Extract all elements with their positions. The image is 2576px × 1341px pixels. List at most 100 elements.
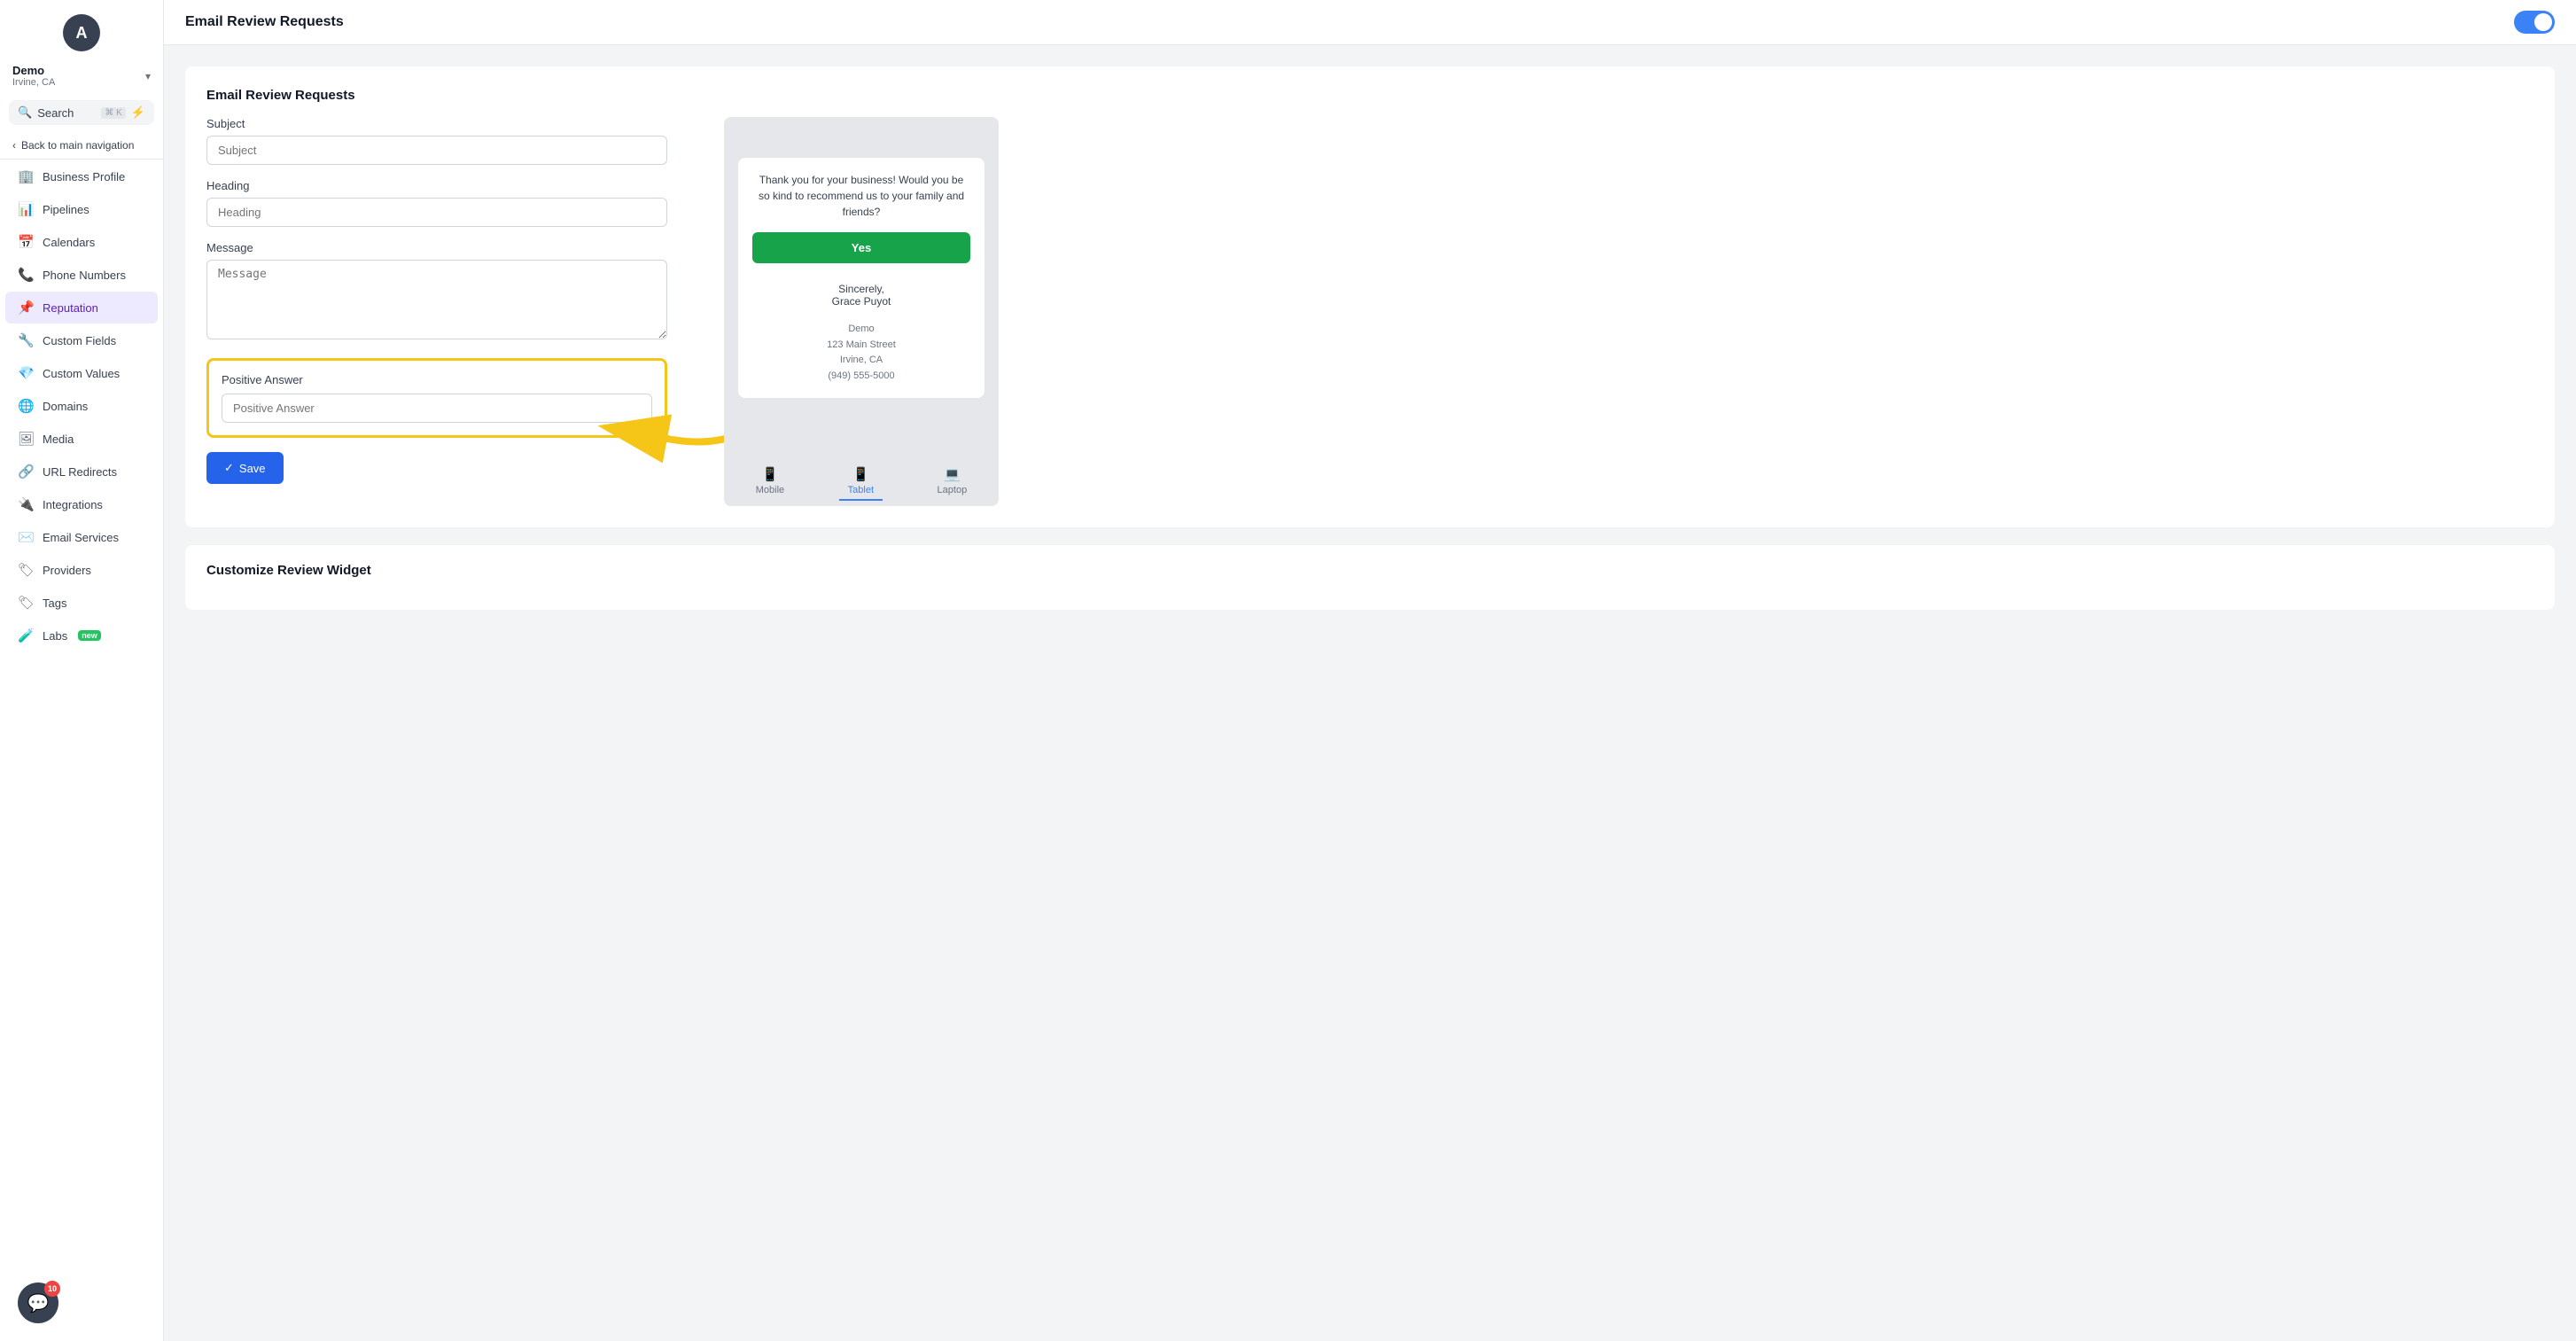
sidebar-item-label-custom-values: Custom Values xyxy=(43,367,120,380)
top-bar: Email Review Requests xyxy=(164,0,2576,45)
custom-values-icon: 💎 xyxy=(18,365,34,381)
sidebar-item-label-tags: Tags xyxy=(43,596,66,610)
business-profile-icon: 🏢 xyxy=(18,168,34,184)
subject-label: Subject xyxy=(206,117,703,130)
message-textarea[interactable] xyxy=(206,260,667,339)
providers-icon: 🏷 xyxy=(18,562,34,578)
sidebar-item-pipelines[interactable]: 📊 Pipelines xyxy=(5,193,158,225)
sidebar-item-providers[interactable]: 🏷 Providers xyxy=(5,554,158,586)
preview-tab-tablet[interactable]: 📱 Tablet xyxy=(839,463,883,501)
search-icon: 🔍 xyxy=(18,105,32,120)
chat-fab[interactable]: 💬 10 xyxy=(18,1283,58,1323)
url-redirects-icon: 🔗 xyxy=(18,464,34,479)
heading-input[interactable] xyxy=(206,198,667,227)
preview-address-line4: (949) 555-5000 xyxy=(752,369,970,385)
preview-address-line2: 123 Main Street xyxy=(752,338,970,354)
positive-answer-label: Positive Answer xyxy=(222,373,652,386)
heading-row: Heading xyxy=(206,179,703,227)
sidebar-item-phone-numbers[interactable]: 📞 Phone Numbers xyxy=(5,259,158,291)
page-title: Email Review Requests xyxy=(185,14,344,30)
pipelines-icon: 📊 xyxy=(18,201,34,217)
laptop-tab-icon: 💻 xyxy=(944,466,961,482)
user-location: Irvine, CA xyxy=(12,77,55,88)
preview-tab-mobile[interactable]: 📱 Mobile xyxy=(747,463,793,501)
preview-tabs: 📱 Mobile 📱 Tablet 💻 Laptop xyxy=(724,454,999,506)
sidebar-item-email-services[interactable]: ✉️ Email Services xyxy=(5,521,158,553)
sidebar-item-label-email-services: Email Services xyxy=(43,531,119,544)
avatar-container: A xyxy=(0,0,163,58)
subject-input[interactable] xyxy=(206,136,667,165)
save-label: Save xyxy=(239,462,266,475)
sidebar-item-tags[interactable]: 🏷 Tags xyxy=(5,587,158,619)
form-column: Subject Heading Message Positive Answer xyxy=(206,117,703,506)
sidebar-item-integrations[interactable]: 🔌 Integrations xyxy=(5,488,158,520)
sidebar-item-custom-values[interactable]: 💎 Custom Values xyxy=(5,357,158,389)
bolt-icon: ⚡ xyxy=(131,105,145,120)
subject-row: Subject xyxy=(206,117,703,165)
back-to-main-nav[interactable]: ‹ Back to main navigation xyxy=(0,132,163,160)
save-check-icon: ✓ xyxy=(224,461,234,475)
back-nav-label: Back to main navigation xyxy=(21,139,134,152)
preview-tab-laptop[interactable]: 💻 Laptop xyxy=(929,463,977,501)
preview-address-line3: Irvine, CA xyxy=(752,353,970,369)
search-shortcut: ⌘ K xyxy=(101,107,125,119)
sidebar-item-domains[interactable]: 🌐 Domains xyxy=(5,390,158,422)
sidebar-item-label-calendars: Calendars xyxy=(43,236,95,249)
new-badge: new xyxy=(78,630,101,641)
positive-answer-input[interactable] xyxy=(222,394,652,423)
preview-yes-button[interactable]: Yes xyxy=(752,232,970,263)
sidebar-item-custom-fields[interactable]: 🔧 Custom Fields xyxy=(5,324,158,356)
chat-badge: 10 xyxy=(44,1281,60,1297)
phone-numbers-icon: 📞 xyxy=(18,267,34,283)
chevron-down-icon: ▾ xyxy=(145,70,151,82)
customize-title: Customize Review Widget xyxy=(206,563,2533,578)
sidebar-item-media[interactable]: 🖼 Media xyxy=(5,423,158,455)
preview-body-text: Thank you for your business! Would you b… xyxy=(752,172,970,220)
sidebar-item-calendars[interactable]: 📅 Calendars xyxy=(5,226,158,258)
mobile-tab-icon: 📱 xyxy=(762,466,779,482)
sidebar-item-label-url-redirects: URL Redirects xyxy=(43,465,117,479)
back-arrow-icon: ‹ xyxy=(12,139,16,152)
save-button[interactable]: ✓ Save xyxy=(206,452,284,484)
email-review-section: Email Review Requests Subject Heading Me… xyxy=(185,66,2555,527)
media-icon: 🖼 xyxy=(18,431,34,447)
message-row: Message xyxy=(206,241,703,344)
sidebar-item-label-providers: Providers xyxy=(43,564,91,577)
integrations-icon: 🔌 xyxy=(18,496,34,512)
domains-icon: 🌐 xyxy=(18,398,34,414)
positive-answer-box: Positive Answer xyxy=(206,358,667,438)
preview-address: Demo 123 Main Street Irvine, CA (949) 55… xyxy=(752,322,970,384)
tags-icon: 🏷 xyxy=(18,595,34,611)
tablet-tab-label: Tablet xyxy=(848,485,874,495)
preview-panel: Thank you for your business! Would you b… xyxy=(724,117,999,506)
user-menu[interactable]: Demo Irvine, CA ▾ xyxy=(0,58,163,97)
sidebar-item-labs[interactable]: 🧪 Labs new xyxy=(5,620,158,651)
sidebar-item-label-pipelines: Pipelines xyxy=(43,203,89,216)
sidebar-item-label-business-profile: Business Profile xyxy=(43,170,125,183)
preview-address-line1: Demo xyxy=(752,322,970,338)
avatar: A xyxy=(63,14,100,51)
heading-label: Heading xyxy=(206,179,703,192)
sidebar-item-label-phone-numbers: Phone Numbers xyxy=(43,269,126,282)
sidebar-item-label-custom-fields: Custom Fields xyxy=(43,334,116,347)
toggle-knob xyxy=(2534,13,2552,31)
toggle-switch[interactable] xyxy=(2514,11,2555,34)
search-bar[interactable]: 🔍 Search ⌘ K ⚡ xyxy=(9,100,154,125)
sidebar-item-url-redirects[interactable]: 🔗 URL Redirects xyxy=(5,456,158,487)
sidebar-item-business-profile[interactable]: 🏢 Business Profile xyxy=(5,160,158,192)
form-layout: Subject Heading Message Positive Answer xyxy=(206,117,2533,506)
message-label: Message xyxy=(206,241,703,254)
customize-review-section: Customize Review Widget xyxy=(185,545,2555,610)
sidebar-item-label-domains: Domains xyxy=(43,400,88,413)
user-name: Demo xyxy=(12,64,55,77)
custom-fields-icon: 🔧 xyxy=(18,332,34,348)
search-label: Search xyxy=(37,106,96,120)
sidebar-item-label-integrations: Integrations xyxy=(43,498,103,511)
reputation-icon: 📌 xyxy=(18,300,34,316)
sidebar-item-label-reputation: Reputation xyxy=(43,301,98,315)
labs-icon: 🧪 xyxy=(18,628,34,643)
preview-card: Thank you for your business! Would you b… xyxy=(738,158,984,398)
sidebar-item-reputation[interactable]: 📌 Reputation xyxy=(5,292,158,324)
main-content: Email Review Requests Email Review Reque… xyxy=(164,0,2576,1341)
sidebar-item-label-media: Media xyxy=(43,433,74,446)
